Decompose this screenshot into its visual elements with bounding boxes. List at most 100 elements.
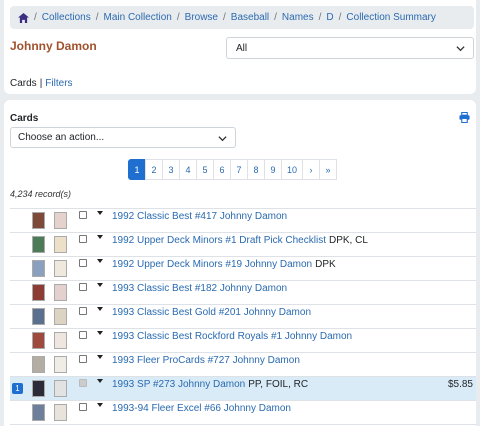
card-back-thumbnail[interactable] [54,380,67,397]
link-divider: | [39,78,43,89]
row-checkbox[interactable] [79,259,87,267]
chevron-down-icon [218,136,227,142]
row-menu-caret-icon[interactable] [97,235,103,239]
card-back-thumbnail[interactable] [54,284,67,301]
card-front-thumbnail[interactable] [32,332,45,349]
card-front-thumbnail[interactable] [32,284,45,301]
row-menu-caret-icon[interactable] [97,355,103,359]
page-1-button[interactable]: 1 [128,159,146,180]
breadcrumb-separator: / [176,12,180,23]
page-7-button[interactable]: 7 [230,159,248,180]
breadcrumb: / Collections / Main Collection / Browse… [10,6,474,29]
card-title-cell: 1992 Upper Deck Minors #1 Draft Pick Che… [112,235,368,246]
breadcrumb-separator: / [274,12,277,23]
card-back-thumbnail[interactable] [54,332,67,349]
card-price: $5.85 [447,379,473,390]
card-title-cell: 1992 Classic Best #417 Johnny Damon [112,211,287,222]
card-back-thumbnail[interactable] [54,236,67,253]
card-title-link[interactable]: 1992 Upper Deck Minors #1 Draft Pick Che… [112,235,326,246]
row-checkbox[interactable] [79,283,87,291]
action-select[interactable]: Choose an action... [10,127,236,148]
card-front-thumbnail[interactable] [32,236,45,253]
cards-table: 1992 Classic Best #417 Johnny Damon 1992 … [10,208,476,425]
card-front-thumbnail[interactable] [32,356,45,373]
page-8-button[interactable]: 8 [247,159,265,180]
breadcrumb-baseball[interactable]: Baseball [231,12,269,23]
cards-panel: Cards Choose an action... 1 2 3 4 5 6 7 … [4,100,476,426]
row-menu-caret-icon[interactable] [97,331,103,335]
table-row: 1 1993 SP #273 Johnny Damon PP, FOIL, RC $5… [10,377,476,401]
card-title-cell: 1993 Fleer ProCards #727 Johnny Damon [112,355,300,366]
breadcrumb-separator: / [34,12,37,23]
table-row: 1993 Classic Best #182 Johnny Damon [10,281,476,305]
card-back-thumbnail[interactable] [54,308,67,325]
row-menu-caret-icon[interactable] [97,259,103,263]
card-back-thumbnail[interactable] [54,404,67,421]
page-5-button[interactable]: 5 [196,159,214,180]
chevron-down-icon [456,46,465,52]
pagination: 1 2 3 4 5 6 7 8 9 10 › » [128,159,337,180]
table-row: 1993 Fleer ProCards #727 Johnny Damon [10,353,476,377]
table-row: 1992 Upper Deck Minors #1 Draft Pick Che… [10,233,476,257]
card-title-link[interactable]: 1992 Upper Deck Minors #19 Johnny Damon [112,259,312,270]
view-select[interactable]: All [226,37,474,59]
card-title-link[interactable]: 1993 Classic Best #182 Johnny Damon [112,283,287,294]
row-checkbox[interactable] [79,211,87,219]
breadcrumb-separator: / [95,12,99,23]
row-menu-caret-icon[interactable] [97,283,103,287]
next-page-button[interactable]: › [302,159,320,180]
card-title-cell: 1992 Upper Deck Minors #19 Johnny Damon D… [112,259,336,270]
row-checkbox[interactable] [79,379,87,387]
breadcrumb-separator: / [338,12,342,23]
card-back-thumbnail[interactable] [54,212,67,229]
home-icon[interactable] [18,12,29,23]
player-name: Johnny Damon [10,39,97,53]
row-menu-caret-icon[interactable] [97,211,103,215]
page-4-button[interactable]: 4 [179,159,197,180]
page-6-button[interactable]: 6 [213,159,231,180]
page-10-button[interactable]: 10 [281,159,303,180]
row-menu-caret-icon[interactable] [97,307,103,311]
breadcrumb-letter[interactable]: D [326,12,333,23]
card-back-thumbnail[interactable] [54,260,67,277]
card-title-link[interactable]: 1993 Fleer ProCards #727 Johnny Damon [112,355,300,366]
card-back-thumbnail[interactable] [54,356,67,373]
card-attributes: PP, FOIL, RC [248,379,309,390]
print-icon[interactable] [459,112,470,123]
row-menu-caret-icon[interactable] [97,403,103,407]
card-title-link[interactable]: 1993 Classic Best Gold #201 Johnny Damon [112,307,311,318]
row-checkbox[interactable] [79,355,87,363]
breadcrumb-collection-summary[interactable]: Collection Summary [346,12,435,23]
card-front-thumbnail[interactable] [32,212,45,229]
card-front-thumbnail[interactable] [32,260,45,277]
card-title-cell: 1993 Classic Best Rockford Royals #1 Joh… [112,331,352,342]
breadcrumb-collections[interactable]: Collections [42,12,91,23]
card-title-link[interactable]: 1993 SP #273 Johnny Damon [112,379,245,390]
card-front-thumbnail[interactable] [32,308,45,325]
filters-link[interactable]: Filters [45,78,72,89]
card-title-cell: 1993-94 Fleer Excel #66 Johnny Damon [112,403,291,414]
table-row: 1992 Classic Best #417 Johnny Damon [10,209,476,233]
collection-header-card: / Collections / Main Collection / Browse… [4,0,476,94]
breadcrumb-names[interactable]: Names [282,12,314,23]
row-checkbox[interactable] [79,235,87,243]
card-title-link[interactable]: 1993 Classic Best Rockford Royals #1 Joh… [112,331,352,342]
page-9-button[interactable]: 9 [264,159,282,180]
card-title-cell: 1993 SP #273 Johnny Damon PP, FOIL, RC [112,379,308,390]
breadcrumb-main-collection[interactable]: Main Collection [103,12,171,23]
card-title-link[interactable]: 1993-94 Fleer Excel #66 Johnny Damon [112,403,291,414]
breadcrumb-browse[interactable]: Browse [185,12,218,23]
last-page-button[interactable]: » [319,159,337,180]
row-checkbox[interactable] [79,307,87,315]
record-count: 4,234 record(s) [10,189,72,199]
card-front-thumbnail[interactable] [32,404,45,421]
page-3-button[interactable]: 3 [162,159,180,180]
row-menu-caret-icon[interactable] [97,379,103,383]
page-2-button[interactable]: 2 [145,159,163,180]
card-title-link[interactable]: 1992 Classic Best #417 Johnny Damon [112,211,287,222]
card-front-thumbnail[interactable] [32,380,45,397]
row-checkbox[interactable] [79,331,87,339]
cards-link[interactable]: Cards [10,78,37,89]
row-checkbox[interactable] [79,403,87,411]
table-row: 1993 Classic Best Rockford Royals #1 Joh… [10,329,476,353]
